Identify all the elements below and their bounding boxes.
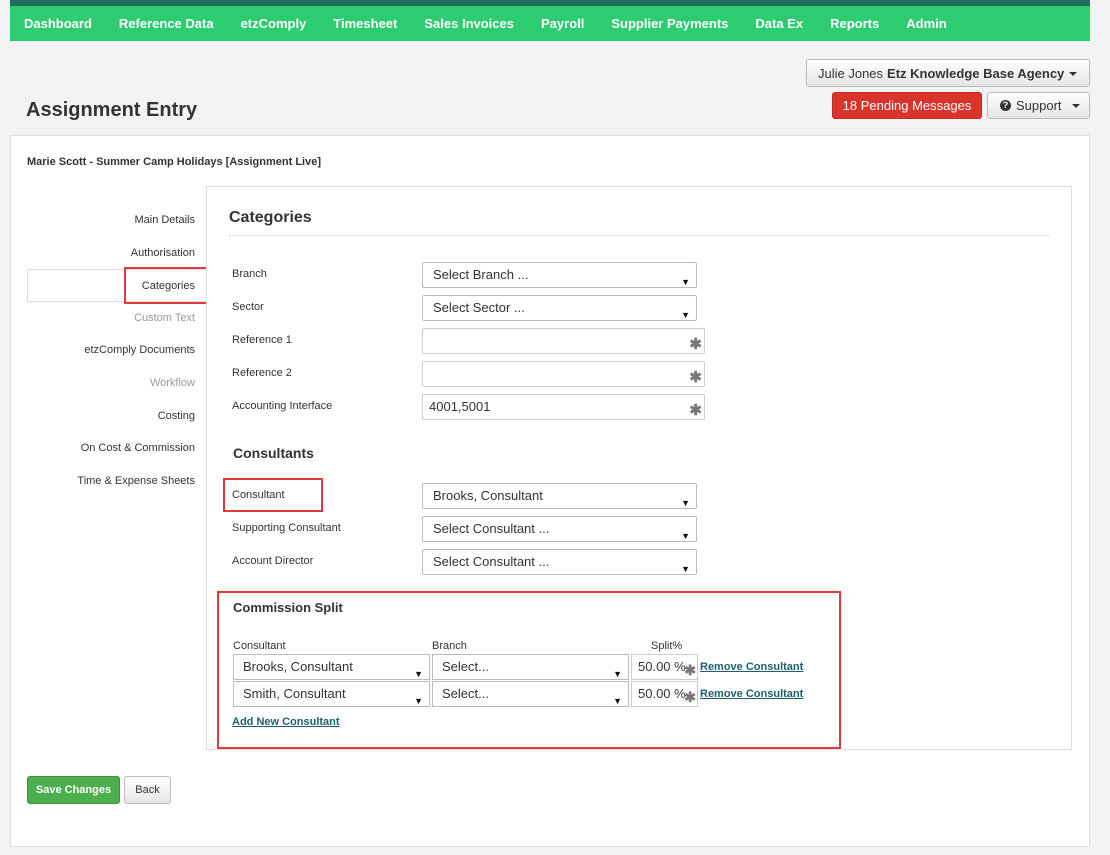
side-nav: Main Details Authorisation Categories Cu… bbox=[27, 204, 207, 497]
caret-down-icon bbox=[1069, 72, 1077, 76]
commission-split-title: Commission Split bbox=[233, 600, 343, 615]
sidenav-item-main-details[interactable]: Main Details bbox=[27, 204, 207, 237]
caret-down-icon bbox=[1072, 104, 1080, 108]
section-divider bbox=[229, 235, 1049, 236]
accounting-interface-label: Accounting Interface bbox=[232, 400, 333, 412]
account-director-label: Account Director bbox=[232, 555, 314, 567]
split-row2-consultant-value: Smith, Consultant bbox=[243, 686, 346, 701]
select-arrow-icon: ▼ bbox=[681, 310, 690, 320]
required-icon: ✱ bbox=[689, 336, 702, 353]
sidenav-item-time-expense-sheets[interactable]: Time & Expense Sheets bbox=[27, 465, 207, 498]
supporting-consultant-value: Select Consultant ... bbox=[433, 521, 550, 536]
support-button[interactable]: ? Support bbox=[987, 92, 1090, 119]
required-icon: ✱ bbox=[684, 689, 696, 705]
sector-select[interactable]: Select Sector ... ▼ bbox=[422, 295, 697, 321]
branch-select[interactable]: Select Branch ... ▼ bbox=[422, 262, 697, 288]
branch-select-value: Select Branch ... bbox=[433, 267, 529, 282]
accounting-interface-value: 4001,5001 bbox=[429, 399, 491, 414]
help-icon: ? bbox=[1000, 100, 1011, 111]
sidenav-item-costing[interactable]: Costing bbox=[27, 400, 207, 433]
sidenav-item-custom-text: Custom Text bbox=[134, 311, 195, 324]
split-row1-percent-value: 50.00 % bbox=[638, 659, 686, 674]
supporting-consultant-select[interactable]: Select Consultant ... ▼ bbox=[422, 516, 697, 542]
save-changes-button[interactable]: Save Changes bbox=[27, 776, 120, 804]
nav-item-dashboard[interactable]: Dashboard bbox=[24, 16, 92, 31]
support-label: Support bbox=[1016, 98, 1062, 113]
split-row2-branch-select[interactable]: Select... ▼ bbox=[432, 681, 629, 707]
nav-item-sales-invoices[interactable]: Sales Invoices bbox=[424, 16, 514, 31]
required-icon: ✱ bbox=[684, 662, 696, 678]
split-row2-remove-link[interactable]: Remove Consultant bbox=[700, 688, 803, 700]
categories-title: Categories bbox=[229, 209, 312, 226]
required-icon: ✱ bbox=[689, 369, 702, 386]
select-arrow-icon: ▼ bbox=[414, 696, 423, 706]
nav-item-payroll[interactable]: Payroll bbox=[541, 16, 584, 31]
nav-item-reference-data[interactable]: Reference Data bbox=[119, 16, 214, 31]
split-row2-branch-value: Select... bbox=[442, 686, 489, 701]
select-arrow-icon: ▼ bbox=[681, 531, 690, 541]
required-icon: ✱ bbox=[689, 402, 702, 419]
top-navbar: Dashboard Reference Data etzComply Times… bbox=[10, 0, 1090, 41]
sidenav-item-etzcomply-documents[interactable]: etzComply Documents bbox=[27, 334, 207, 367]
col-header-consultant: Consultant bbox=[233, 640, 286, 652]
nav-item-data-ex[interactable]: Data Ex bbox=[755, 16, 803, 31]
highlight-consultant-label bbox=[223, 478, 323, 512]
nav-item-reports[interactable]: Reports bbox=[830, 16, 879, 31]
split-row1-percent-input[interactable]: 50.00 % ✱ bbox=[631, 654, 698, 680]
add-new-consultant-link[interactable]: Add New Consultant bbox=[232, 716, 340, 728]
select-arrow-icon: ▼ bbox=[681, 498, 690, 508]
sidenav-item-workflow: Workflow bbox=[149, 376, 195, 389]
nav-item-admin[interactable]: Admin bbox=[906, 16, 946, 31]
nav-item-timesheet[interactable]: Timesheet bbox=[333, 16, 397, 31]
split-row2-percent-input[interactable]: 50.00 % ✱ bbox=[631, 681, 698, 707]
nav-item-supplier-payments[interactable]: Supplier Payments bbox=[611, 16, 728, 31]
pending-messages-button[interactable]: 18 Pending Messages bbox=[832, 92, 982, 119]
split-row2-consultant-select[interactable]: Smith, Consultant ▼ bbox=[233, 681, 430, 707]
split-row1-branch-value: Select... bbox=[442, 659, 489, 674]
reference1-input[interactable]: ✱ bbox=[422, 328, 705, 354]
split-row1-consultant-select[interactable]: Brooks, Consultant ▼ bbox=[233, 654, 430, 680]
consultants-title: Consultants bbox=[233, 445, 314, 461]
assignment-title: Marie Scott - Summer Camp Holidays [Assi… bbox=[27, 156, 322, 168]
highlight-categories-nav bbox=[124, 267, 212, 304]
col-header-branch: Branch bbox=[432, 640, 467, 652]
split-row1-remove-link[interactable]: Remove Consultant bbox=[700, 661, 803, 673]
select-arrow-icon: ▼ bbox=[681, 564, 690, 574]
consultant-select-value: Brooks, Consultant bbox=[433, 488, 543, 503]
sidenav-item-on-cost-commission[interactable]: On Cost & Commission bbox=[27, 432, 207, 465]
split-row2-percent-value: 50.00 % bbox=[638, 686, 686, 701]
accounting-interface-input[interactable]: 4001,5001 ✱ bbox=[422, 394, 705, 420]
split-row1-branch-select[interactable]: Select... ▼ bbox=[432, 654, 629, 680]
sector-label: Sector bbox=[232, 301, 264, 313]
nav-item-etzcomply[interactable]: etzComply bbox=[241, 16, 307, 31]
agency-name: Etz Knowledge Base Agency bbox=[887, 65, 1065, 81]
page-title: Assignment Entry bbox=[26, 99, 198, 121]
account-director-value: Select Consultant ... bbox=[433, 554, 550, 569]
account-director-select[interactable]: Select Consultant ... ▼ bbox=[422, 549, 697, 575]
select-arrow-icon: ▼ bbox=[613, 696, 622, 706]
sector-select-value: Select Sector ... bbox=[433, 300, 525, 315]
select-arrow-icon: ▼ bbox=[681, 277, 690, 287]
split-row1-consultant-value: Brooks, Consultant bbox=[243, 659, 353, 674]
supporting-consultant-label: Supporting Consultant bbox=[232, 522, 341, 534]
sidenav-item-authorisation[interactable]: Authorisation bbox=[27, 237, 207, 270]
col-header-split: Split% bbox=[651, 640, 683, 652]
consultant-select[interactable]: Brooks, Consultant ▼ bbox=[422, 483, 697, 509]
back-button[interactable]: Back bbox=[124, 776, 171, 804]
branch-label: Branch bbox=[232, 268, 267, 280]
reference2-input[interactable]: ✱ bbox=[422, 361, 705, 387]
user-menu-button[interactable]: Julie Jones Etz Knowledge Base Agency bbox=[806, 59, 1090, 87]
reference1-label: Reference 1 bbox=[232, 334, 292, 346]
reference2-label: Reference 2 bbox=[232, 367, 292, 379]
user-name: Julie Jones bbox=[818, 65, 884, 81]
